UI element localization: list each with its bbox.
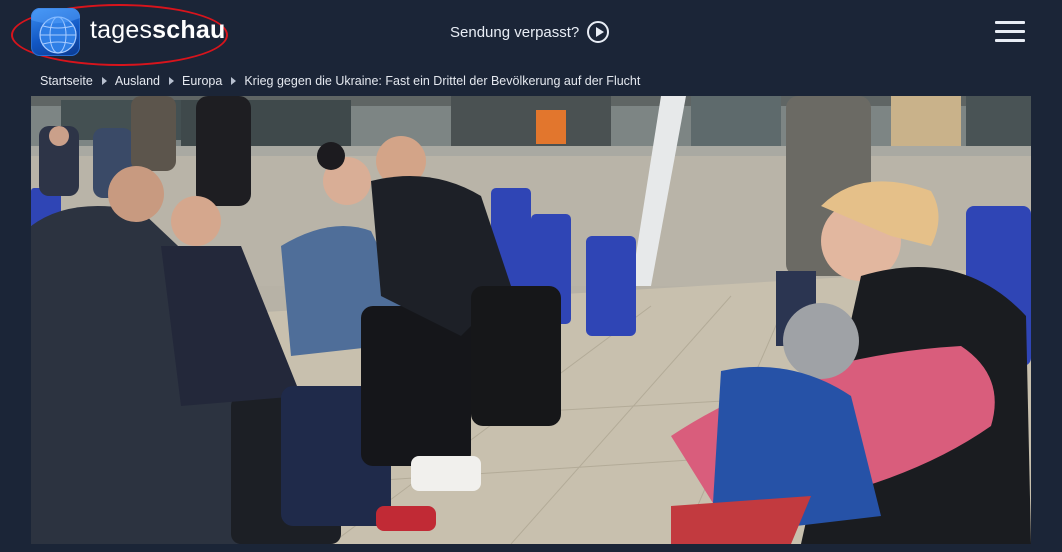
photo-illustration bbox=[31, 96, 1031, 544]
breadcrumb-separator-icon bbox=[101, 77, 107, 85]
wordmark-light: tages bbox=[90, 16, 153, 44]
breadcrumb-item-startseite[interactable]: Startseite bbox=[40, 74, 93, 88]
missed-broadcast-label: Sendung verpasst? bbox=[450, 23, 580, 41]
breadcrumb: Startseite Ausland Europa Krieg gegen di… bbox=[40, 72, 640, 90]
menu-bar bbox=[995, 39, 1025, 42]
play-circle-icon bbox=[587, 21, 610, 43]
wordmark-bold: schau bbox=[152, 16, 226, 44]
breadcrumb-item-article[interactable]: Krieg gegen die Ukraine: Fast ein Dritte… bbox=[244, 74, 640, 88]
breadcrumb-item-ausland[interactable]: Ausland bbox=[115, 74, 160, 88]
breadcrumb-separator-icon bbox=[169, 77, 174, 85]
article-hero-photo bbox=[31, 96, 1031, 544]
tagesschau-wordmark[interactable]: tagesschau bbox=[90, 15, 225, 45]
missed-broadcast-link[interactable]: Sendung verpasst? bbox=[450, 20, 610, 44]
hamburger-menu-icon[interactable] bbox=[995, 21, 1025, 43]
breadcrumb-separator-icon bbox=[231, 77, 237, 85]
menu-bar bbox=[995, 30, 1025, 33]
site-header: tagesschau Sendung verpasst? bbox=[0, 0, 1062, 66]
breadcrumb-item-europa[interactable]: Europa bbox=[182, 74, 222, 88]
tagesschau-logo-icon[interactable] bbox=[31, 8, 80, 56]
menu-bar bbox=[995, 21, 1025, 24]
